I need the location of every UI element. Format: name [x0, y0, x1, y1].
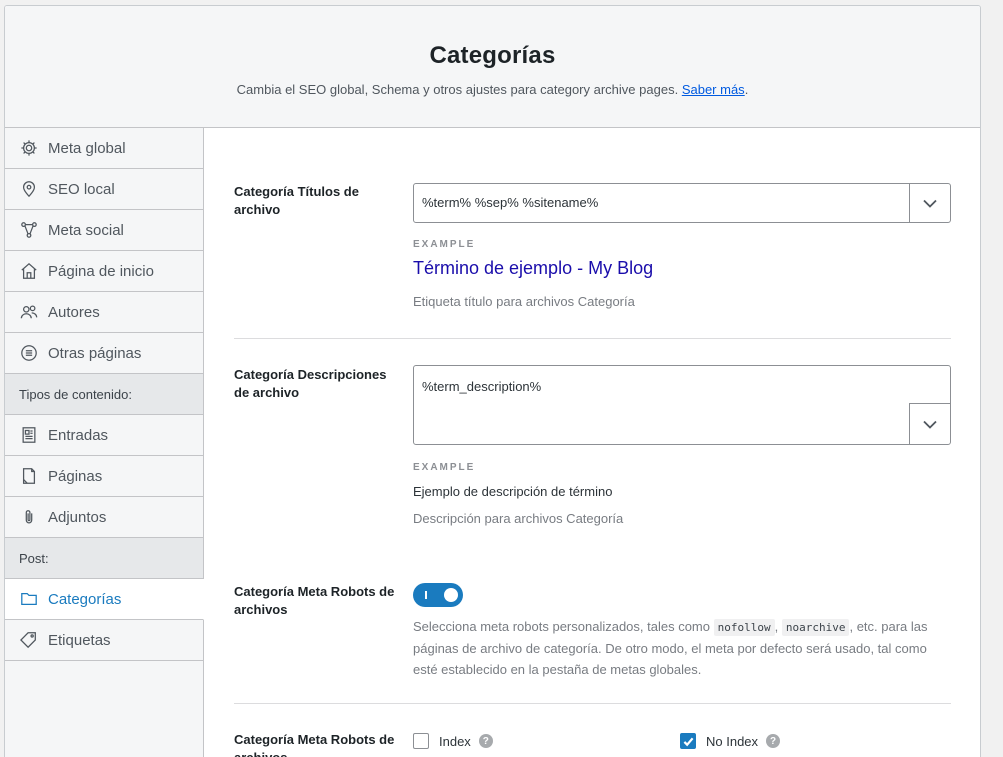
home-icon [19, 261, 39, 281]
sidebar-item-pages[interactable]: Páginas [5, 456, 203, 497]
title-format-select[interactable]: %term% %sep% %sitename% [413, 183, 951, 223]
sidebar-item-attachments[interactable]: Adjuntos [5, 497, 203, 538]
noindex-option: No Index ? [680, 733, 781, 749]
sidebar-item-posts[interactable]: Entradas [5, 415, 203, 456]
index-checkbox[interactable] [413, 733, 429, 749]
help-question-icon[interactable]: ? [766, 734, 781, 748]
sidebar-item-home-page[interactable]: Página de inicio [5, 251, 203, 292]
noindex-checkbox[interactable] [680, 733, 696, 749]
divider [234, 338, 951, 339]
list-circle-icon [19, 343, 39, 363]
help-text: Descripción para archivos Categoría [413, 511, 624, 526]
learn-more-link[interactable]: Saber más [682, 82, 745, 97]
page-header: Categorías Cambia el SEO global, Schema … [5, 6, 980, 128]
setting-label: Categoría Descripciones de archivo [234, 367, 387, 400]
chevron-down-icon[interactable] [909, 184, 950, 222]
sidebar-item-label: Autores [48, 303, 100, 321]
sidebar-item-label: Meta social [48, 221, 124, 239]
sidebar-section-content-types: Tipos de contenido: [5, 374, 203, 415]
description-format-value[interactable]: %term_description% [414, 366, 950, 407]
sidebar-item-seo-local[interactable]: SEO local [5, 169, 203, 210]
help-text: Etiqueta título para archivos Categoría [413, 294, 635, 309]
divider [234, 703, 951, 704]
page-title: Categorías [429, 42, 556, 69]
setting-label: Categoría Meta Robots de archivos [234, 584, 395, 617]
chevron-down-icon[interactable] [909, 403, 950, 444]
sidebar-item-authors[interactable]: Autores [5, 292, 203, 333]
settings-main: Categoría Títulos de archivo %term% %sep… [205, 128, 980, 757]
index-option: Index ? [413, 733, 493, 749]
sidebar-section-post: Post: [5, 538, 203, 579]
code-noarchive: noarchive [781, 619, 850, 636]
example-title: Término de ejemplo - My Blog [413, 258, 654, 278]
toggle-knob [444, 588, 458, 602]
setting-field: %term% %sep% %sitename% EXAMPLE Término … [413, 183, 951, 312]
gear-icon [19, 138, 39, 158]
example-label: EXAMPLE [413, 462, 476, 473]
sidebar-item-label: Adjuntos [48, 508, 107, 526]
sidebar-item-meta-social[interactable]: Meta social [5, 210, 203, 251]
sidebar-item-label: Otras páginas [48, 344, 142, 362]
setting-label: Categoría Meta Robots de archivos [234, 732, 395, 757]
code-nofollow: nofollow [713, 619, 775, 636]
setting-label: Categoría Títulos de archivo [234, 184, 359, 217]
example-description: Ejemplo de descripción de término [413, 484, 613, 499]
description-format-textarea[interactable]: %term_description% [413, 365, 951, 445]
sidebar-nav: Meta global SEO local Meta social Página… [5, 128, 204, 757]
social-nodes-icon [19, 220, 39, 240]
paperclip-icon [19, 507, 39, 527]
title-format-value[interactable]: %term% %sep% %sitename% [414, 184, 909, 222]
setting-field: Selecciona meta robots personalizados, t… [413, 583, 951, 680]
sidebar-item-label: Meta global [48, 139, 126, 157]
sidebar-item-categories[interactable]: Categorías [5, 579, 204, 620]
sidebar-item-meta-global[interactable]: Meta global [5, 128, 203, 169]
location-pin-icon [19, 179, 39, 199]
sidebar-item-label: Páginas [48, 467, 103, 485]
document-icon [19, 425, 39, 445]
custom-robots-toggle[interactable] [413, 583, 463, 607]
tag-icon [19, 630, 39, 650]
sidebar-item-label: Etiquetas [48, 631, 111, 649]
sidebar-item-label: Entradas [48, 426, 109, 444]
sidebar-item-label: Página de inicio [48, 262, 154, 280]
index-label: Index [439, 733, 471, 749]
help-text: Selecciona meta robots personalizados, t… [413, 619, 928, 677]
toggle-bar [425, 591, 427, 599]
sidebar-item-label: Categorías [48, 590, 122, 608]
example-label: EXAMPLE [413, 239, 476, 250]
users-icon [19, 302, 39, 322]
sidebar-item-label: SEO local [48, 180, 115, 198]
settings-panel: Categorías Cambia el SEO global, Schema … [4, 5, 981, 757]
noindex-label: No Index [706, 733, 759, 749]
page-subtitle: Cambia el SEO global, Schema y otros aju… [236, 82, 749, 97]
folder-icon [19, 589, 39, 609]
sidebar-item-tags[interactable]: Etiquetas [5, 620, 203, 661]
setting-field: %term_description% EXAMPLE Ejemplo de de… [413, 365, 951, 529]
sidebar-item-other-pages[interactable]: Otras páginas [5, 333, 203, 374]
help-question-icon[interactable]: ? [478, 734, 493, 748]
page-icon [19, 466, 39, 486]
